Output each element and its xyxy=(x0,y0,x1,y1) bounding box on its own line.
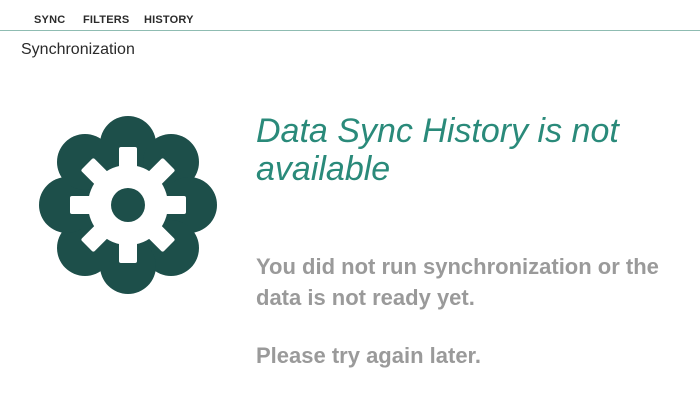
tab-sync[interactable]: SYNC xyxy=(34,14,65,26)
empty-state-heading: Data Sync History is not available xyxy=(256,112,619,188)
retry-message: Please try again later. xyxy=(256,343,482,368)
tab-bar: SYNC FILTERS HISTORY xyxy=(0,0,700,31)
empty-state-message: You did not run synchronization or the d… xyxy=(256,254,659,310)
gear-flower-icon xyxy=(38,115,218,295)
tab-filters[interactable]: FILTERS xyxy=(83,14,129,26)
tab-history[interactable]: HISTORY xyxy=(144,14,194,26)
sync-history-page: SYNC FILTERS HISTORY Synchronization Dat… xyxy=(0,0,700,419)
page-title: Synchronization xyxy=(21,41,135,58)
